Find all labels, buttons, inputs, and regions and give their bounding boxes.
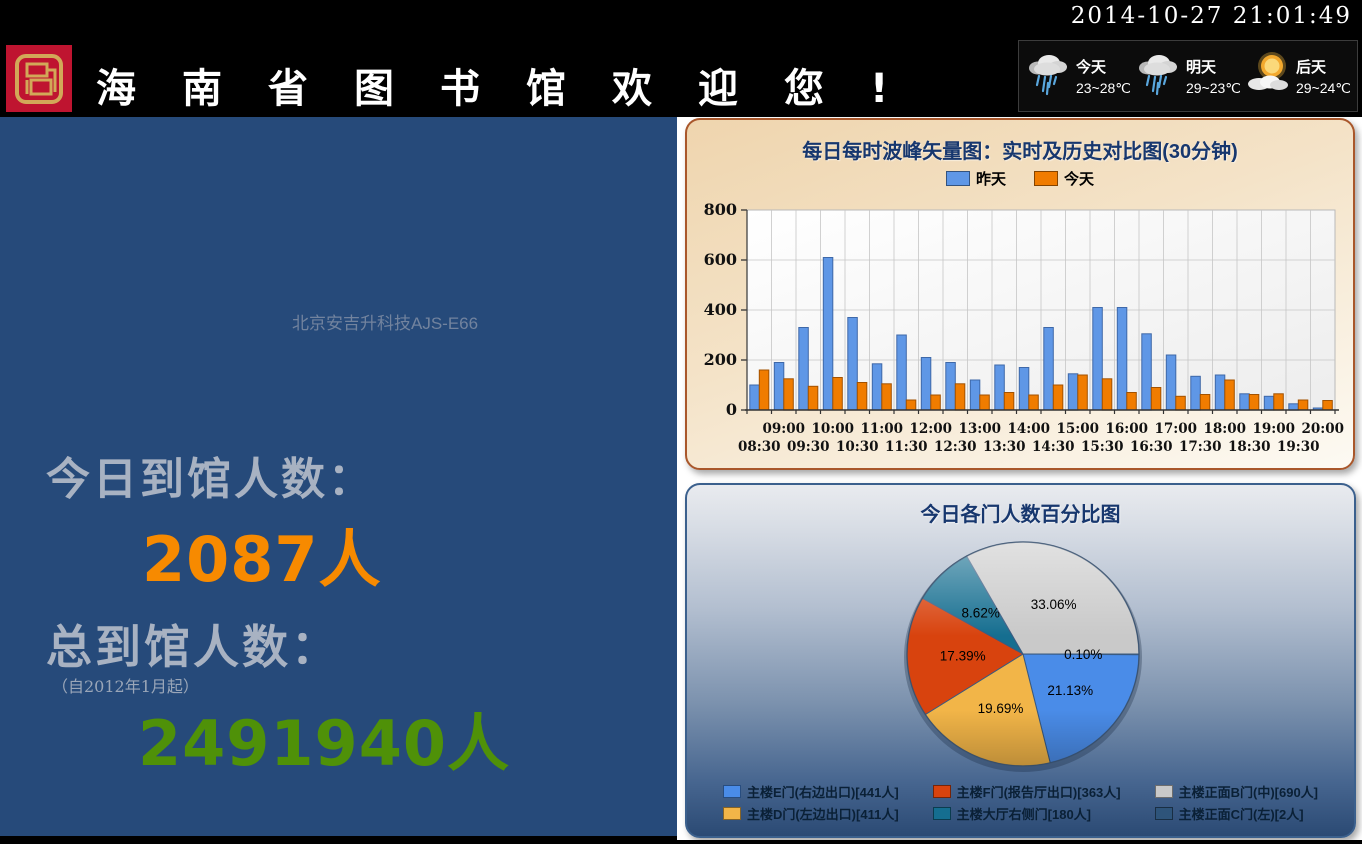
svg-text:13:00: 13:00 bbox=[959, 421, 1002, 437]
bar-chart-legend: 昨天 今天 bbox=[687, 168, 1353, 189]
legend-label: 今天 bbox=[1064, 168, 1094, 189]
svg-text:14:00: 14:00 bbox=[1008, 421, 1051, 437]
weather-panel: 今天 23~28℃ 明天 29~23℃ 后天 29~24℃ bbox=[1018, 40, 1358, 112]
seal-glyph-icon bbox=[14, 52, 64, 106]
pie-legend-item: 主楼正面C门(左)[2人] bbox=[1155, 804, 1318, 823]
pie-legend-item: 主楼F门(报告厅出口)[363人] bbox=[933, 782, 1121, 801]
legend-item-yesterday: 昨天 bbox=[946, 168, 1006, 189]
legend-swatch bbox=[723, 807, 741, 820]
legend-swatch bbox=[1034, 171, 1058, 186]
pie-legend-label: 主楼F门(报告厅出口)[363人] bbox=[957, 782, 1121, 801]
svg-text:08:30: 08:30 bbox=[738, 439, 781, 455]
svg-text:14:30: 14:30 bbox=[1032, 439, 1075, 455]
svg-text:10:00: 10:00 bbox=[812, 421, 855, 437]
pie-legend-item: 主楼大厅右侧门[180人] bbox=[933, 804, 1121, 823]
bar-chart: 0 200 400 600 800 08:30 09:00 09:30 10:00 10:30 11… bbox=[699, 196, 1345, 464]
svg-text:10:30: 10:30 bbox=[836, 439, 879, 455]
vendor-text: 北京安吉升科技AJS-E66 bbox=[292, 309, 478, 334]
pie-legend-label: 主楼正面B门(中)[690人] bbox=[1179, 782, 1318, 801]
rain-icon bbox=[1025, 51, 1071, 102]
today-visitors-label: 今日到馆人数： bbox=[46, 443, 375, 507]
svg-text:8.62%: 8.62% bbox=[962, 606, 1000, 621]
svg-text:21.13%: 21.13% bbox=[1047, 683, 1093, 698]
pie-chart: 0.10% 21.13% 19.69% 17.39% 8.62% 33.06% bbox=[853, 523, 1193, 775]
legend-swatch bbox=[933, 807, 951, 820]
svg-text:15:00: 15:00 bbox=[1057, 421, 1100, 437]
svg-text:19:00: 19:00 bbox=[1253, 421, 1296, 437]
svg-text:12:30: 12:30 bbox=[934, 439, 977, 455]
pie-legend: 主楼E门(右边出口)[441人] 主楼F门(报告厅出口)[363人] 主楼正面B… bbox=[687, 782, 1354, 823]
svg-text:19:30: 19:30 bbox=[1277, 439, 1320, 455]
svg-text:11:00: 11:00 bbox=[861, 421, 904, 437]
legend-swatch bbox=[1155, 785, 1173, 798]
svg-text:16:00: 16:00 bbox=[1106, 421, 1149, 437]
welcome-title: 海南省图书馆欢迎您! bbox=[96, 56, 934, 114]
legend-swatch bbox=[723, 785, 741, 798]
svg-text:16:30: 16:30 bbox=[1130, 439, 1173, 455]
pie-legend-item: 主楼D门(左边出口)[411人] bbox=[723, 804, 899, 823]
svg-text:800: 800 bbox=[704, 200, 737, 219]
svg-text:18:30: 18:30 bbox=[1228, 439, 1271, 455]
svg-text:12:00: 12:00 bbox=[910, 421, 953, 437]
svg-text:15:30: 15:30 bbox=[1081, 439, 1124, 455]
svg-text:11:30: 11:30 bbox=[885, 439, 928, 455]
svg-text:33.06%: 33.06% bbox=[1031, 597, 1077, 612]
bar-chart-title: 每日每时波峰矢量图：实时及历史对比图(30分钟) bbox=[687, 135, 1353, 164]
svg-text:17.39%: 17.39% bbox=[940, 648, 986, 663]
svg-text:20:00: 20:00 bbox=[1302, 421, 1345, 437]
svg-text:200: 200 bbox=[704, 350, 737, 369]
svg-text:0: 0 bbox=[726, 400, 737, 419]
legend-swatch bbox=[1155, 807, 1173, 820]
datetime-display: 2014-10-27 21:01:49 bbox=[1071, 3, 1352, 29]
weather-temp: 29~23℃ bbox=[1186, 80, 1241, 97]
pie-legend-label: 主楼E门(右边出口)[441人] bbox=[747, 782, 899, 801]
visitor-stats-panel: 北京安吉升科技AJS-E66 今日到馆人数： 2087人 总到馆人数： （自20… bbox=[0, 117, 677, 836]
pie-legend-label: 主楼大厅右侧门[180人] bbox=[957, 804, 1091, 823]
svg-text:600: 600 bbox=[704, 250, 737, 269]
weather-item: 今天 23~28℃ bbox=[1025, 51, 1131, 102]
svg-text:09:30: 09:30 bbox=[787, 439, 830, 455]
pie-legend-item: 主楼E门(右边出口)[441人] bbox=[723, 782, 899, 801]
pie-legend-label: 主楼正面C门(左)[2人] bbox=[1179, 804, 1304, 823]
svg-text:18:00: 18:00 bbox=[1204, 421, 1247, 437]
legend-label: 昨天 bbox=[976, 168, 1006, 189]
sun-cloud-icon bbox=[1245, 51, 1291, 102]
weather-item: 后天 29~24℃ bbox=[1245, 51, 1351, 102]
weather-day-label: 明天 bbox=[1186, 56, 1241, 77]
svg-text:17:00: 17:00 bbox=[1155, 421, 1198, 437]
svg-text:400: 400 bbox=[704, 300, 737, 319]
today-visitors-value: 2087人 bbox=[142, 509, 382, 599]
svg-text:17:30: 17:30 bbox=[1179, 439, 1222, 455]
weather-day-label: 后天 bbox=[1296, 56, 1351, 77]
weather-temp: 23~28℃ bbox=[1076, 80, 1131, 97]
svg-text:0.10%: 0.10% bbox=[1064, 647, 1102, 662]
svg-text:19.69%: 19.69% bbox=[978, 701, 1024, 716]
rain-icon bbox=[1135, 51, 1181, 102]
svg-text:13:30: 13:30 bbox=[983, 439, 1026, 455]
total-visitors-value: 2491940人 bbox=[138, 693, 510, 783]
total-visitors-label: 总到馆人数： bbox=[46, 611, 340, 677]
door-percentage-panel: 今日各门人数百分比图 0.10%21.13%19.69%17.39%8.62%3… bbox=[685, 483, 1356, 838]
legend-item-today: 今天 bbox=[1034, 168, 1094, 189]
legend-swatch bbox=[933, 785, 951, 798]
library-logo bbox=[6, 45, 72, 112]
weather-temp: 29~24℃ bbox=[1296, 80, 1351, 97]
hourly-comparison-chart-panel: 每日每时波峰矢量图：实时及历史对比图(30分钟) 昨天 今天 0 200 400 60… bbox=[685, 118, 1355, 470]
weather-item: 明天 29~23℃ bbox=[1135, 51, 1241, 102]
pie-legend-item: 主楼正面B门(中)[690人] bbox=[1155, 782, 1318, 801]
legend-swatch bbox=[946, 171, 970, 186]
pie-legend-label: 主楼D门(左边出口)[411人] bbox=[747, 804, 899, 823]
svg-text:09:00: 09:00 bbox=[763, 421, 806, 437]
weather-day-label: 今天 bbox=[1076, 56, 1131, 77]
